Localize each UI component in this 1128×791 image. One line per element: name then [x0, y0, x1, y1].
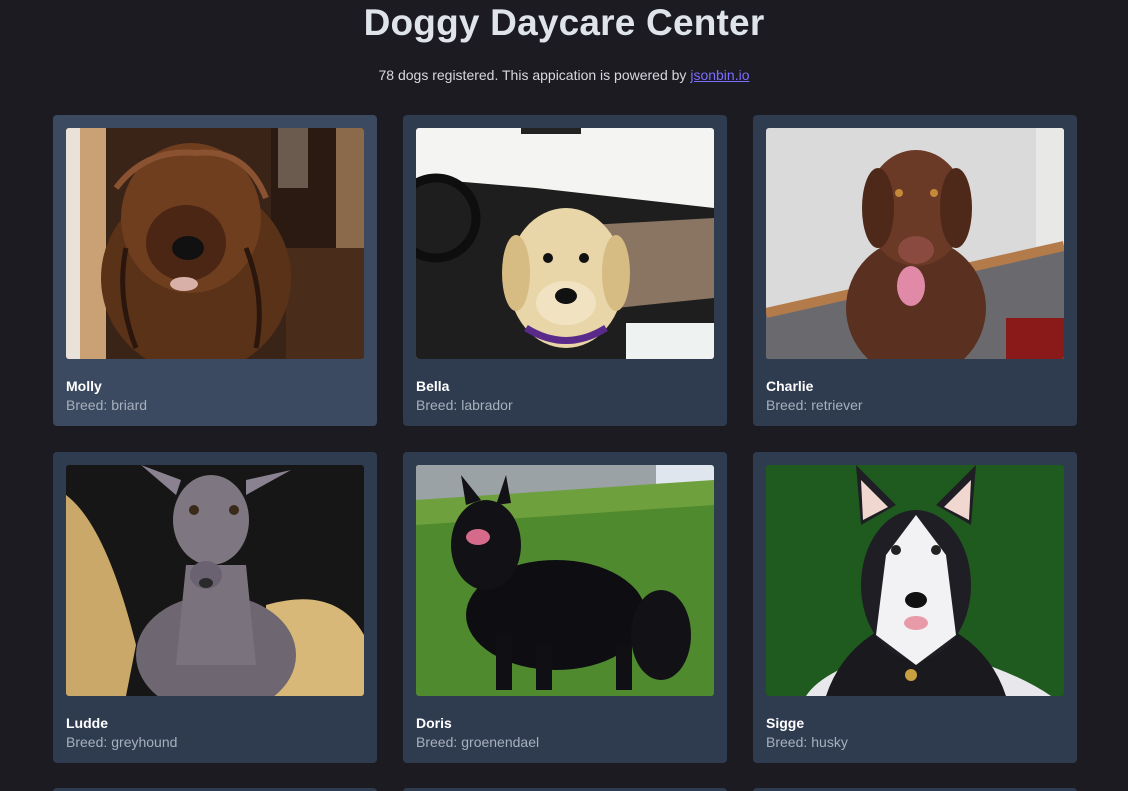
dog-photo: [416, 128, 714, 359]
breed-value: retriever: [811, 397, 863, 413]
dog-card[interactable]: Molly Breed: briard: [53, 115, 377, 426]
breed-value: greyhound: [111, 734, 178, 750]
dog-photo-image: [766, 465, 1064, 696]
dog-name: Sigge: [766, 715, 805, 731]
dog-photo-image: [66, 465, 364, 696]
dog-breed: Breed: greyhound: [66, 734, 177, 750]
dog-breed: Breed: labrador: [416, 397, 513, 413]
dog-photo-image: [416, 465, 714, 696]
jsonbin-link[interactable]: jsonbin.io: [690, 67, 749, 83]
page-title: Doggy Daycare Center: [363, 2, 765, 43]
dog-photo: [416, 465, 714, 696]
breed-label: Breed:: [416, 397, 458, 413]
dog-breed: Breed: briard: [66, 397, 147, 413]
breed-label: Breed:: [66, 734, 108, 750]
dog-card[interactable]: Doris Breed: groenendael: [403, 452, 727, 763]
dog-breed: Breed: groenendael: [416, 734, 539, 750]
dog-name: Charlie: [766, 378, 814, 394]
dog-photo-image: [766, 128, 1064, 359]
breed-label: Breed:: [766, 397, 808, 413]
dog-photo: [66, 465, 364, 696]
subtitle-text: 78 dogs registered. This appication is p…: [378, 67, 687, 83]
dog-card[interactable]: Ludde Breed: greyhound: [53, 452, 377, 763]
dog-photo: [66, 128, 364, 359]
breed-value: groenendael: [461, 734, 540, 750]
dog-breed: Breed: retriever: [766, 397, 863, 413]
dog-photo: [766, 128, 1064, 359]
dog-photo-image: [66, 128, 364, 359]
dog-name: Bella: [416, 378, 450, 394]
breed-value: labrador: [461, 397, 513, 413]
dog-name: Ludde: [66, 715, 108, 731]
dog-card[interactable]: Bella Breed: labrador: [403, 115, 727, 426]
dog-breed: Breed: husky: [766, 734, 848, 750]
dog-card[interactable]: Charlie Breed: retriever: [753, 115, 1077, 426]
breed-value: husky: [811, 734, 848, 750]
page: Doggy Daycare Center 78 dogs registered.…: [0, 0, 1128, 791]
page-subtitle: 78 dogs registered. This appication is p…: [0, 67, 1128, 83]
breed-label: Breed:: [416, 734, 458, 750]
dog-photo: [766, 465, 1064, 696]
breed-value: briard: [111, 397, 148, 413]
dog-photo-image: [416, 128, 714, 359]
dog-name: Doris: [416, 715, 452, 731]
breed-label: Breed:: [66, 397, 108, 413]
breed-label: Breed:: [766, 734, 808, 750]
dog-card[interactable]: Sigge Breed: husky: [753, 452, 1077, 763]
dog-name: Molly: [66, 378, 102, 394]
